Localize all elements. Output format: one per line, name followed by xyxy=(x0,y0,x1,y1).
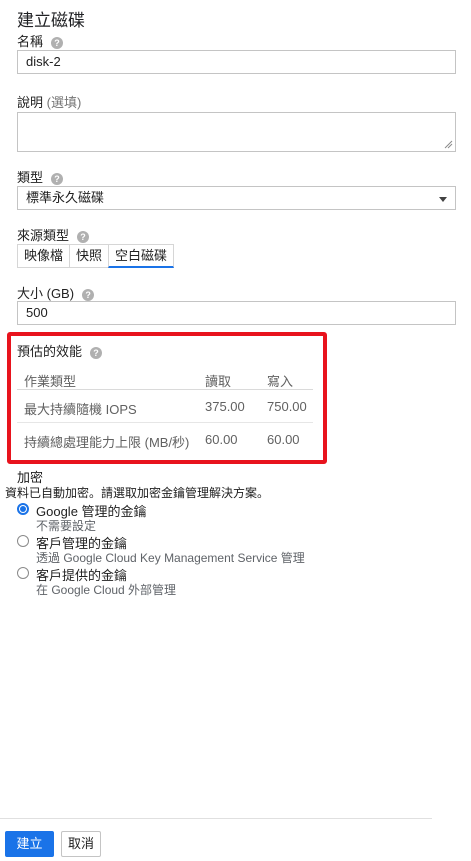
table-row: 最大持續隨機 IOPS 375.00 750.00 xyxy=(17,390,313,423)
create-button[interactable]: 建立 xyxy=(5,831,54,857)
table-row: 持續總處理能力上限 (MB/秒) 60.00 60.00 xyxy=(17,423,313,455)
row-read: 375.00 xyxy=(205,399,245,414)
size-label: 大小 (GB)? xyxy=(17,283,95,302)
name-label: 名稱? xyxy=(17,31,64,50)
column-header-write: 寫入 xyxy=(267,374,294,389)
row-type: 最大持續隨機 IOPS xyxy=(24,402,137,417)
type-label: 類型? xyxy=(17,167,64,186)
name-input[interactable]: disk-2 xyxy=(17,50,456,74)
performance-title: 預估的效能? xyxy=(17,341,103,360)
disk-type-select[interactable]: 標準永久磁碟 xyxy=(17,186,456,210)
radio-customer-managed[interactable] xyxy=(17,535,29,547)
source-type-label-text: 來源類型 xyxy=(17,228,70,243)
row-write: 750.00 xyxy=(267,399,307,414)
performance-table: 作業類型 讀取 寫入 最大持續隨機 IOPS 375.00 750.00 持續總… xyxy=(17,365,313,455)
resize-handle-icon[interactable] xyxy=(444,140,453,149)
help-icon[interactable]: ? xyxy=(90,346,103,359)
optional-hint: (選填) xyxy=(46,95,82,110)
help-icon[interactable]: ? xyxy=(77,230,90,243)
size-input-value: 500 xyxy=(26,305,48,320)
help-icon[interactable]: ? xyxy=(51,172,64,185)
option-customer-managed-desc: 透過 Google Cloud Key Management Service 管… xyxy=(36,551,305,565)
type-label-text: 類型 xyxy=(17,170,44,185)
help-icon[interactable]: ? xyxy=(51,36,64,49)
radio-google-managed[interactable] xyxy=(17,503,29,515)
page-title: 建立磁碟 xyxy=(17,11,85,30)
description-textarea[interactable] xyxy=(17,112,456,152)
table-header-row: 作業類型 讀取 寫入 xyxy=(17,365,313,390)
disk-type-selected: 標準永久磁碟 xyxy=(26,190,105,205)
row-type: 持續總處理能力上限 (MB/秒) xyxy=(24,435,190,450)
column-header-type: 作業類型 xyxy=(24,374,77,389)
source-type-label: 來源類型? xyxy=(17,225,90,244)
source-type-snapshot[interactable]: 快照 xyxy=(69,244,110,268)
option-google-managed-desc: 不需要設定 xyxy=(36,519,97,533)
name-label-text: 名稱 xyxy=(17,34,44,49)
cancel-button[interactable]: 取消 xyxy=(61,831,101,857)
size-label-text: 大小 (GB) xyxy=(17,286,75,301)
size-input[interactable]: 500 xyxy=(17,301,456,325)
footer-divider xyxy=(0,818,432,819)
source-type-image[interactable]: 映像檔 xyxy=(17,244,71,268)
performance-title-text: 預估的效能 xyxy=(17,344,83,359)
chevron-down-icon xyxy=(439,197,447,202)
column-header-read: 讀取 xyxy=(205,374,232,389)
help-icon[interactable]: ? xyxy=(82,288,95,301)
option-customer-supplied-desc: 在 Google Cloud 外部管理 xyxy=(36,583,177,597)
radio-customer-supplied[interactable] xyxy=(17,567,29,579)
name-input-value: disk-2 xyxy=(26,54,61,69)
description-label: 說明 (選填) xyxy=(17,92,81,111)
source-type-blank[interactable]: 空白磁碟 xyxy=(108,244,175,268)
source-type-segmented: 映像檔 快照 空白磁碟 xyxy=(17,244,175,268)
description-label-text: 說明 xyxy=(17,95,44,110)
encryption-description: 資料已自動加密。請選取加密金鑰管理解決方案。 xyxy=(5,486,270,500)
row-write: 60.00 xyxy=(267,432,300,447)
row-read: 60.00 xyxy=(205,432,238,447)
